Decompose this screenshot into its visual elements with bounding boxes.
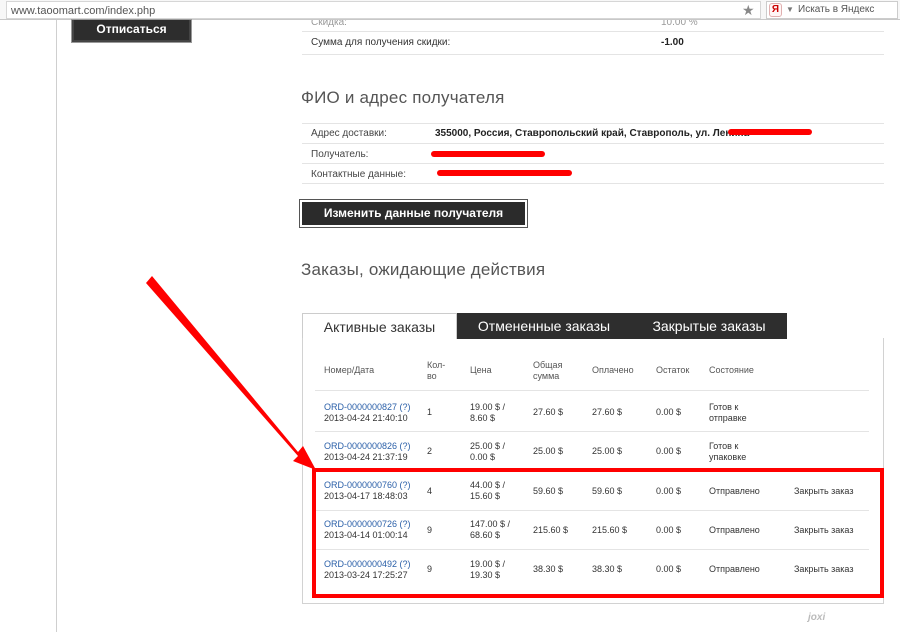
annotation-arrow-icon bbox=[146, 276, 316, 470]
watermark: joxi bbox=[808, 612, 826, 623]
